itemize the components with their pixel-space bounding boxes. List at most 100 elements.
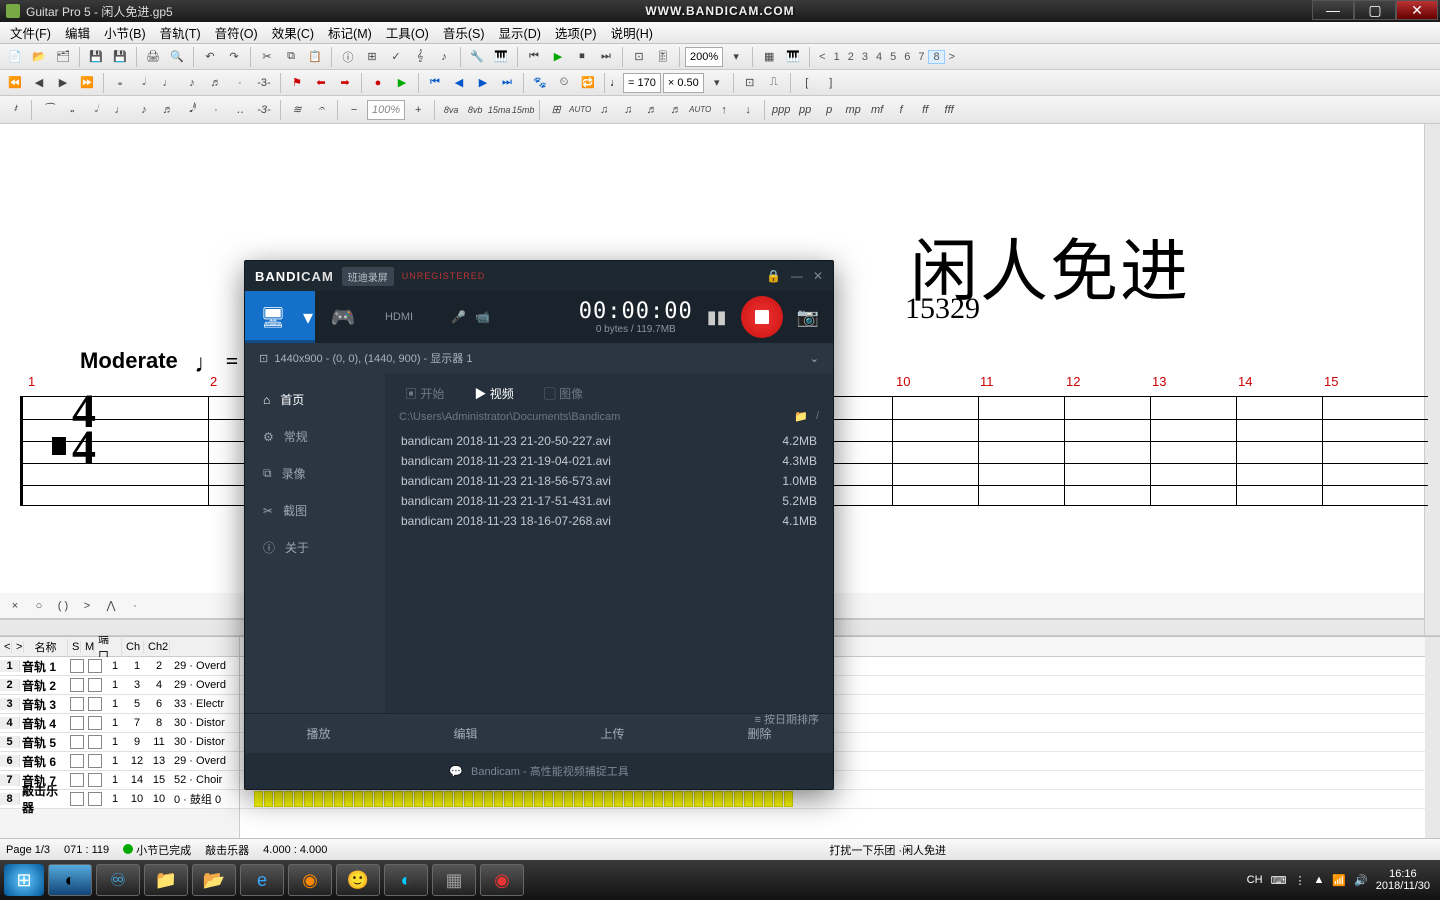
bandicam-close-button[interactable]: ✕ [813,269,823,283]
dyn-ppp-button[interactable]: ppp [770,99,792,121]
tracks-scrollbar[interactable] [1425,637,1440,838]
vertical-scrollbar[interactable] [1424,124,1440,635]
mute-checkbox[interactable] [88,754,102,768]
marker-next-button[interactable]: ➡ [334,72,356,94]
menu-edit[interactable]: 编辑 [61,21,94,44]
tempo-mult-field[interactable]: × 0.50 [663,73,704,93]
track-ch2[interactable]: 8 [148,717,170,729]
play-button[interactable]: ▶ [547,46,569,68]
solo-checkbox[interactable] [70,754,84,768]
first-button[interactable]: ⏮ [523,46,545,68]
metronome-button[interactable]: ⏲ [553,72,575,94]
save-as-button[interactable]: 💾 [109,46,131,68]
paste-button[interactable]: 📋 [304,46,326,68]
track-instrument[interactable]: 0 · 鼓组 0 [170,791,239,807]
menu-tool[interactable]: 工具(O) [382,21,433,44]
grid-cell[interactable] [454,791,463,807]
taskbar-app[interactable]: ◉ [480,864,524,896]
bandicam-lock-icon[interactable]: 🔒 [766,269,781,283]
print-preview-button[interactable]: 🔍 [166,46,188,68]
fx-heavy-button[interactable]: ⋀ [100,595,122,617]
stem-up-button[interactable]: ↑ [713,99,735,121]
menu-effect[interactable]: 效果(C) [268,21,318,44]
side-image[interactable]: ✂截图 [245,492,385,529]
bracket-l-button[interactable]: [ [796,72,818,94]
chord-button[interactable]: ⊞ [545,99,567,121]
grid-cell[interactable] [584,791,593,807]
file-row[interactable]: bandicam 2018-11-23 21-19-04-021.avi4.3M… [399,451,819,471]
grid-cell[interactable] [514,791,523,807]
action-upload[interactable]: 上传 [539,713,686,753]
tempo-drop-button[interactable]: ▾ [706,72,728,94]
capture-area-bar[interactable]: ⊡ 1440x900 - (0, 0), (1440, 900) - 显示器 1… [245,343,833,373]
tool-b-button[interactable]: 🎹 [490,46,512,68]
zoom-field[interactable]: 200% [685,47,723,67]
track-ch[interactable]: 14 [126,774,148,786]
beam1-button[interactable]: ♫ [593,99,615,121]
grid-cell[interactable] [364,791,373,807]
grid-cell[interactable] [414,791,423,807]
track-instrument[interactable]: 29 · Overd [170,755,239,767]
track-row[interactable]: 5 音轨 5 1 9 11 30 · Distor [0,733,239,752]
dur-16-button[interactable]: ♬ [157,99,179,121]
rewind-button[interactable]: ⏪ [4,72,26,94]
properties-button[interactable]: ⊞ [361,46,383,68]
file-row[interactable]: bandicam 2018-11-23 21-18-56-573.avi1.0M… [399,471,819,491]
tuplet-3-button[interactable]: -3- [253,99,275,121]
15ma-button[interactable]: 15ma [488,99,510,121]
redo-button[interactable]: ↷ [223,46,245,68]
dur-2-button[interactable]: 𝅗𝅥 [85,99,107,121]
beam2-button[interactable]: ♫ [617,99,639,121]
tie-note-button[interactable]: ≋ [286,99,308,121]
rest-button[interactable]: 𝄽 [4,99,26,121]
loop-button[interactable]: 🔁 [577,72,599,94]
note-quarter-button[interactable]: ♩ [157,72,179,94]
tray-clock[interactable]: 16:16 2018/11/30 [1376,868,1430,892]
track-ch[interactable]: 12 [126,755,148,767]
menu-bar[interactable]: 小节(B) [100,21,150,44]
grid-cell[interactable] [714,791,723,807]
dyn-p-button[interactable]: p [818,99,840,121]
grid-cell[interactable] [644,791,653,807]
voice-pct-field[interactable]: 100% [367,100,405,120]
mute-checkbox[interactable] [88,697,102,711]
open-file-button[interactable]: 📂 [28,46,50,68]
action-edit[interactable]: 编辑 [392,713,539,753]
track-row[interactable]: 2 音轨 2 1 3 4 29 · Overd [0,676,239,695]
mode-button[interactable]: ⊡ [628,46,650,68]
solo-checkbox[interactable] [70,659,84,673]
track-ch2[interactable]: 4 [148,679,170,691]
track-row[interactable]: 3 音轨 3 1 5 6 33 · Electr [0,695,239,714]
grid-cell[interactable] [544,791,553,807]
marker-prev-button[interactable]: ⬅ [310,72,332,94]
copy-button[interactable]: ⧉ [280,46,302,68]
menu-options[interactable]: 选项(P) [551,21,601,44]
track-ch[interactable]: 10 [126,793,148,805]
track-row[interactable]: 1 音轨 1 1 1 2 29 · Overd [0,657,239,676]
beam4-button[interactable]: ♬ [665,99,687,121]
track-ch2[interactable]: 13 [148,755,170,767]
mute-checkbox[interactable] [88,678,102,692]
tracks-nav-left[interactable]: < [0,641,12,653]
menu-sound[interactable]: 音乐(S) [439,21,489,44]
mixer-button[interactable]: 🎚 [652,46,674,68]
note-half-button[interactable]: 𝅗𝅥 [133,72,155,94]
grid-cell[interactable] [764,791,773,807]
grid-cell[interactable] [344,791,353,807]
track-ch[interactable]: 3 [126,679,148,691]
rse-button[interactable]: ⊡ [739,72,761,94]
track-instrument[interactable]: 52 · Choir [170,774,239,786]
tray-ime-icon[interactable]: ⌨ [1271,874,1287,887]
grid-cell[interactable] [754,791,763,807]
dyn-f-button[interactable]: f [890,99,912,121]
grid-cell[interactable] [504,791,513,807]
grid-cell[interactable] [394,791,403,807]
grid-cell[interactable] [554,791,563,807]
dur-32-button[interactable]: 𝅘𝅥𝅰 [181,99,203,121]
fx-paren-button[interactable]: ( ) [52,595,74,617]
menu-view[interactable]: 显示(D) [495,21,545,44]
string-selector[interactable]: <12345678> [815,51,959,63]
note-dot-button[interactable]: · [229,72,251,94]
cut-button[interactable]: ✂ [256,46,278,68]
track-instrument[interactable]: 30 · Distor [170,717,239,729]
